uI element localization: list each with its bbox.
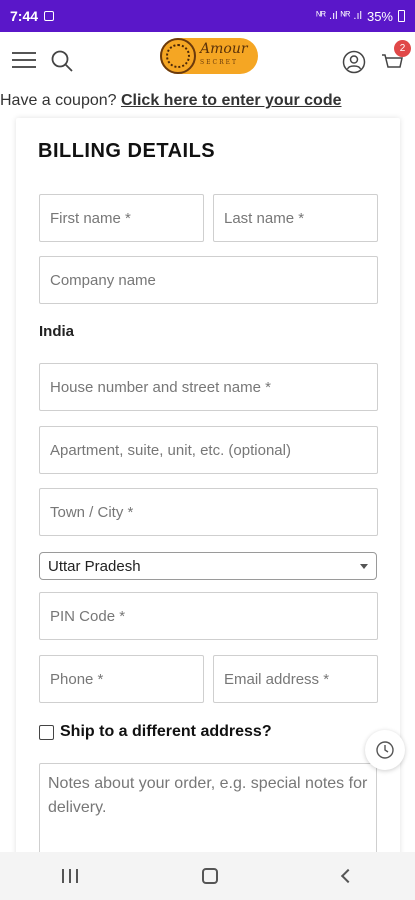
first-name-field[interactable]: First name *: [39, 194, 204, 242]
billing-title: BILLING DETAILS: [38, 140, 216, 162]
street-address-placeholder: House number and street name *: [50, 378, 271, 396]
search-icon[interactable]: [50, 49, 74, 73]
cart-count-badge[interactable]: 2: [394, 40, 411, 57]
battery-icon: [398, 10, 405, 22]
chevron-down-icon: [360, 563, 368, 569]
history-icon[interactable]: [365, 730, 405, 770]
ship-different-checkbox[interactable]: [39, 724, 54, 740]
logo-text: Amour SECRET: [200, 41, 248, 66]
apartment-placeholder: Apartment, suite, unit, etc. (optional): [50, 441, 291, 459]
phone-field[interactable]: Phone *: [39, 655, 204, 703]
back-icon[interactable]: [340, 868, 355, 884]
brand-logo[interactable]: Amour SECRET: [160, 38, 258, 74]
ship-different-option[interactable]: Ship to a different address?: [39, 723, 272, 741]
status-left: 7:44: [10, 8, 55, 24]
recent-apps-icon[interactable]: [62, 869, 79, 883]
status-bar: 7:44 ᴺᴿ .ıl ᴺᴿ .ıl 35%: [0, 0, 415, 32]
company-name-placeholder: Company name: [50, 271, 156, 289]
status-time: 7:44: [10, 8, 39, 24]
status-right: ᴺᴿ .ıl ᴺᴿ .ıl 35%: [316, 9, 405, 24]
pin-code-field[interactable]: PIN Code *: [39, 592, 378, 640]
battery-level: 35%: [366, 8, 393, 24]
email-field[interactable]: Email address *: [213, 655, 378, 703]
city-placeholder: Town / City *: [50, 503, 134, 521]
company-name-field[interactable]: Company name: [39, 256, 378, 304]
street-address-field[interactable]: House number and street name *: [39, 363, 378, 411]
site-header: Amour SECRET: [0, 32, 415, 90]
order-notes-field[interactable]: Notes about your order, e.g. special not…: [39, 763, 377, 863]
coupon-link[interactable]: Click here to enter your code: [121, 92, 342, 109]
home-icon[interactable]: [202, 868, 219, 884]
country-value: India: [39, 323, 75, 340]
state-select[interactable]: Uttar Pradesh: [39, 552, 377, 580]
phone-placeholder: Phone *: [50, 670, 104, 688]
city-field[interactable]: Town / City *: [39, 488, 378, 536]
gallery-notification-icon: [44, 11, 55, 21]
pin-code-placeholder: PIN Code *: [50, 607, 126, 625]
android-nav-bar: [0, 852, 415, 900]
last-name-field[interactable]: Last name *: [213, 194, 378, 242]
coupon-prompt: Have a coupon?: [0, 92, 121, 109]
state-value: Uttar Pradesh: [48, 557, 141, 575]
order-notes-placeholder: Notes about your order, e.g. special not…: [48, 775, 368, 816]
coupon-notice: Have a coupon? Click here to enter your …: [0, 92, 415, 112]
ship-different-label: Ship to a different address?: [60, 723, 272, 740]
first-name-placeholder: First name *: [50, 209, 131, 227]
last-name-placeholder: Last name *: [224, 209, 305, 227]
user-icon[interactable]: [342, 50, 366, 74]
email-placeholder: Email address *: [224, 670, 330, 688]
signal-icon: ᴺᴿ .ıl ᴺᴿ .ıl: [316, 10, 362, 22]
billing-form: BILLING DETAILS First name * Last name *…: [16, 118, 400, 863]
logo-medal-icon: [160, 38, 196, 74]
apartment-field[interactable]: Apartment, suite, unit, etc. (optional): [39, 426, 378, 474]
menu-icon[interactable]: [12, 52, 36, 70]
